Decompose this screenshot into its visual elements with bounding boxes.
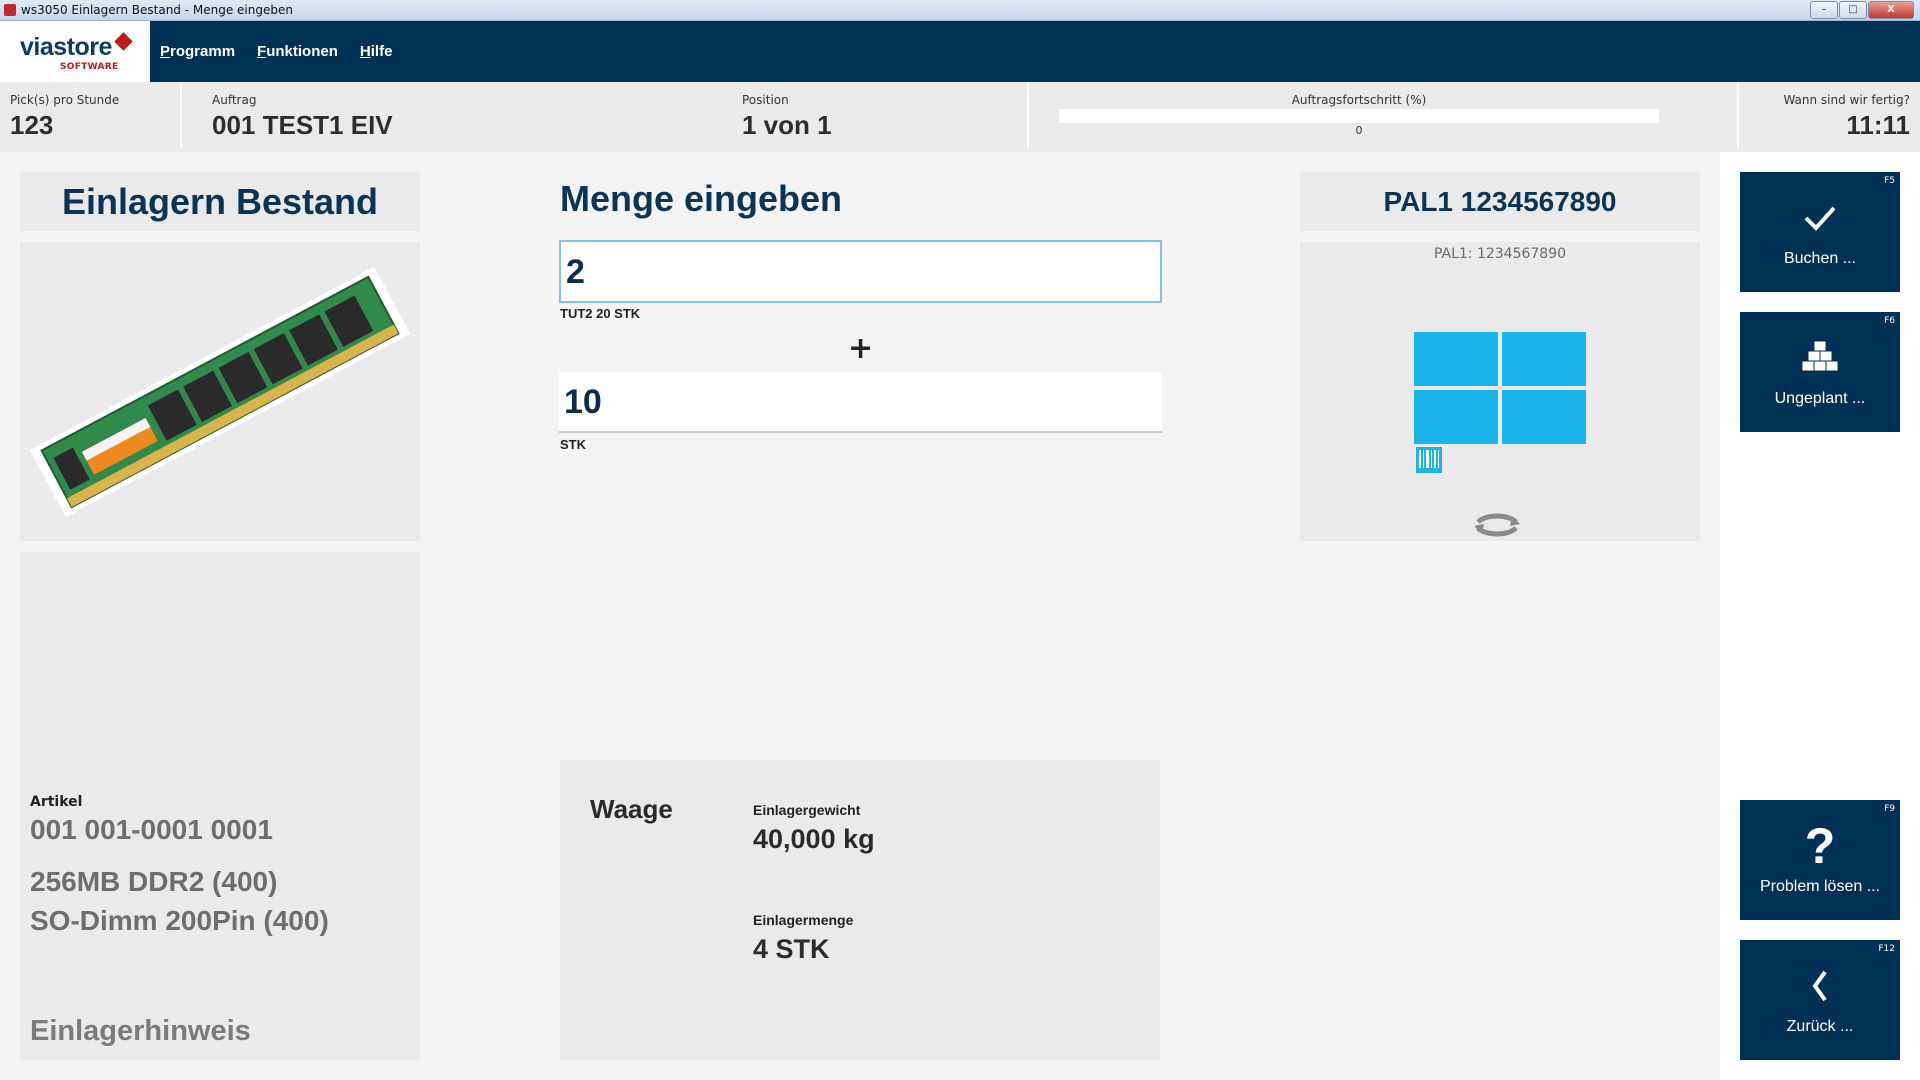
einlagermenge-label: Einlagermenge <box>753 912 854 928</box>
fkey-label: F12 <box>1878 944 1895 954</box>
artikel-description-1: 256MB DDR2 (400) <box>30 866 278 897</box>
ungeplant-button[interactable]: F6 Ungeplant ... <box>1740 312 1900 432</box>
boxes-icon <box>1740 340 1900 376</box>
position-value: 1 von 1 <box>742 110 832 140</box>
app-icon <box>4 4 16 16</box>
menu-label: rogramm <box>170 43 236 60</box>
logo-sub: SOFTWARE <box>60 62 119 72</box>
eta-value: 11:11 <box>1846 110 1910 140</box>
quantity-input-packs[interactable]: 2 <box>559 240 1162 303</box>
einlagerhinweis: Einlagerhinweis <box>30 1015 251 1047</box>
plus-sign: + <box>848 331 874 366</box>
packs-unit-label: TUT2 20 STK <box>560 306 641 321</box>
auftrag-label: Auftrag <box>212 93 257 107</box>
divider <box>180 82 182 148</box>
artikel-label: Artikel <box>30 794 83 810</box>
menubar: viastore SOFTWARE Programm Funktionen Hi… <box>0 21 1920 82</box>
problem-loesen-label: Problem lösen ... <box>1759 878 1881 895</box>
progress-value: 0 <box>1355 124 1363 137</box>
fkey-label: F5 <box>1884 176 1895 186</box>
picks-label: Pick(s) pro Stunde <box>10 93 120 107</box>
viastore-logo: viastore SOFTWARE <box>0 21 150 82</box>
window-titlebar: ws3050 Einlagern Bestand - Menge eingebe… <box>0 0 1920 21</box>
ungeplant-label: Ungeplant ... <box>1774 390 1866 407</box>
storage-bin-icon <box>1414 332 1586 444</box>
progress-bar <box>1059 109 1659 123</box>
maximize-button[interactable]: □ <box>1839 1 1867 19</box>
divider <box>1027 82 1029 148</box>
info-bar: Pick(s) pro Stunde 123 Auftrag 001 TEST1… <box>0 82 1920 152</box>
picks-value: 123 <box>10 110 54 140</box>
artikel-number: 001 001-0001 0001 <box>30 814 273 845</box>
menu-programm[interactable]: Programm <box>160 43 235 60</box>
einlagergewicht-value: 40,000 kg <box>753 824 875 854</box>
logo-brand: viastore <box>20 33 112 61</box>
window-controls: – □ X <box>1809 1 1914 19</box>
menu-label: unktionen <box>266 43 338 60</box>
menu-funktionen[interactable]: Funktionen <box>257 43 338 60</box>
rotate-icon[interactable] <box>1472 510 1522 540</box>
step-title: Menge eingeben <box>560 178 843 219</box>
main-menu: Programm Funktionen Hilfe <box>160 43 392 60</box>
ram-module-image <box>29 266 411 518</box>
zurueck-button[interactable]: F12 Zurück ... <box>1740 940 1900 1060</box>
progress-label: Auftragsfortschritt (%) <box>1291 93 1427 107</box>
barcode-icon <box>1416 447 1442 473</box>
back-icon <box>1740 968 1900 1004</box>
problem-loesen-button[interactable]: F9 ? Problem lösen ... <box>1740 800 1900 920</box>
pallet-title: PAL1 1234567890 <box>1383 186 1617 217</box>
scale-title: Waage <box>590 794 673 824</box>
minimize-button[interactable]: – <box>1810 1 1838 19</box>
buchen-label: Buchen ... <box>1783 250 1857 267</box>
bin-tile <box>1414 390 1498 444</box>
buchen-button[interactable]: F5 Buchen ... <box>1740 172 1900 292</box>
einlagermenge-value: 4 STK <box>753 934 830 964</box>
question-icon: ? <box>1804 818 1836 874</box>
menu-mnemonic: H <box>359 43 371 60</box>
left-title-panel: Einlagern Bestand <box>20 172 420 231</box>
quantity-input-pieces[interactable]: 10 <box>559 372 1162 433</box>
close-button[interactable]: X <box>1868 1 1914 19</box>
pallet-visual-panel: PAL1: 1234567890 <box>1300 242 1700 541</box>
article-image-panel <box>20 242 420 541</box>
bin-tile <box>1414 332 1498 386</box>
eta-label: Wann sind wir fertig? <box>1783 93 1910 107</box>
fkey-label: F9 <box>1884 804 1895 814</box>
logo-cube-icon <box>114 32 133 51</box>
check-icon <box>1740 200 1900 236</box>
artikel-description-2: SO-Dimm 200Pin (400) <box>30 905 329 936</box>
menu-hilfe[interactable]: Hilfe <box>360 43 393 60</box>
scale-panel: Waage Einlagergewicht 40,000 kg Einlager… <box>560 760 1160 1060</box>
bin-tile <box>1502 332 1586 386</box>
pieces-unit-label: STK <box>560 437 586 452</box>
window-title: ws3050 Einlagern Bestand - Menge eingebe… <box>21 3 293 17</box>
pallet-subtitle: PAL1: 1234567890 <box>1433 246 1567 262</box>
article-info-panel: Artikel 001 001-0001 0001 256MB DDR2 (40… <box>20 552 420 1060</box>
menu-label: ilfe <box>370 43 393 60</box>
zurueck-label: Zurück ... <box>1786 1018 1854 1035</box>
fkey-label: F6 <box>1884 316 1895 326</box>
position-label: Position <box>742 93 789 107</box>
divider <box>1737 82 1739 148</box>
bin-tile <box>1502 390 1586 444</box>
auftrag-value: 001 TEST1 EIV <box>212 110 393 140</box>
menu-mnemonic: P <box>160 43 171 60</box>
pallet-title-panel: PAL1 1234567890 <box>1300 172 1700 231</box>
menu-mnemonic: F <box>257 43 267 60</box>
einlagergewicht-label: Einlagergewicht <box>753 802 861 818</box>
page-title: Einlagern Bestand <box>61 181 379 222</box>
